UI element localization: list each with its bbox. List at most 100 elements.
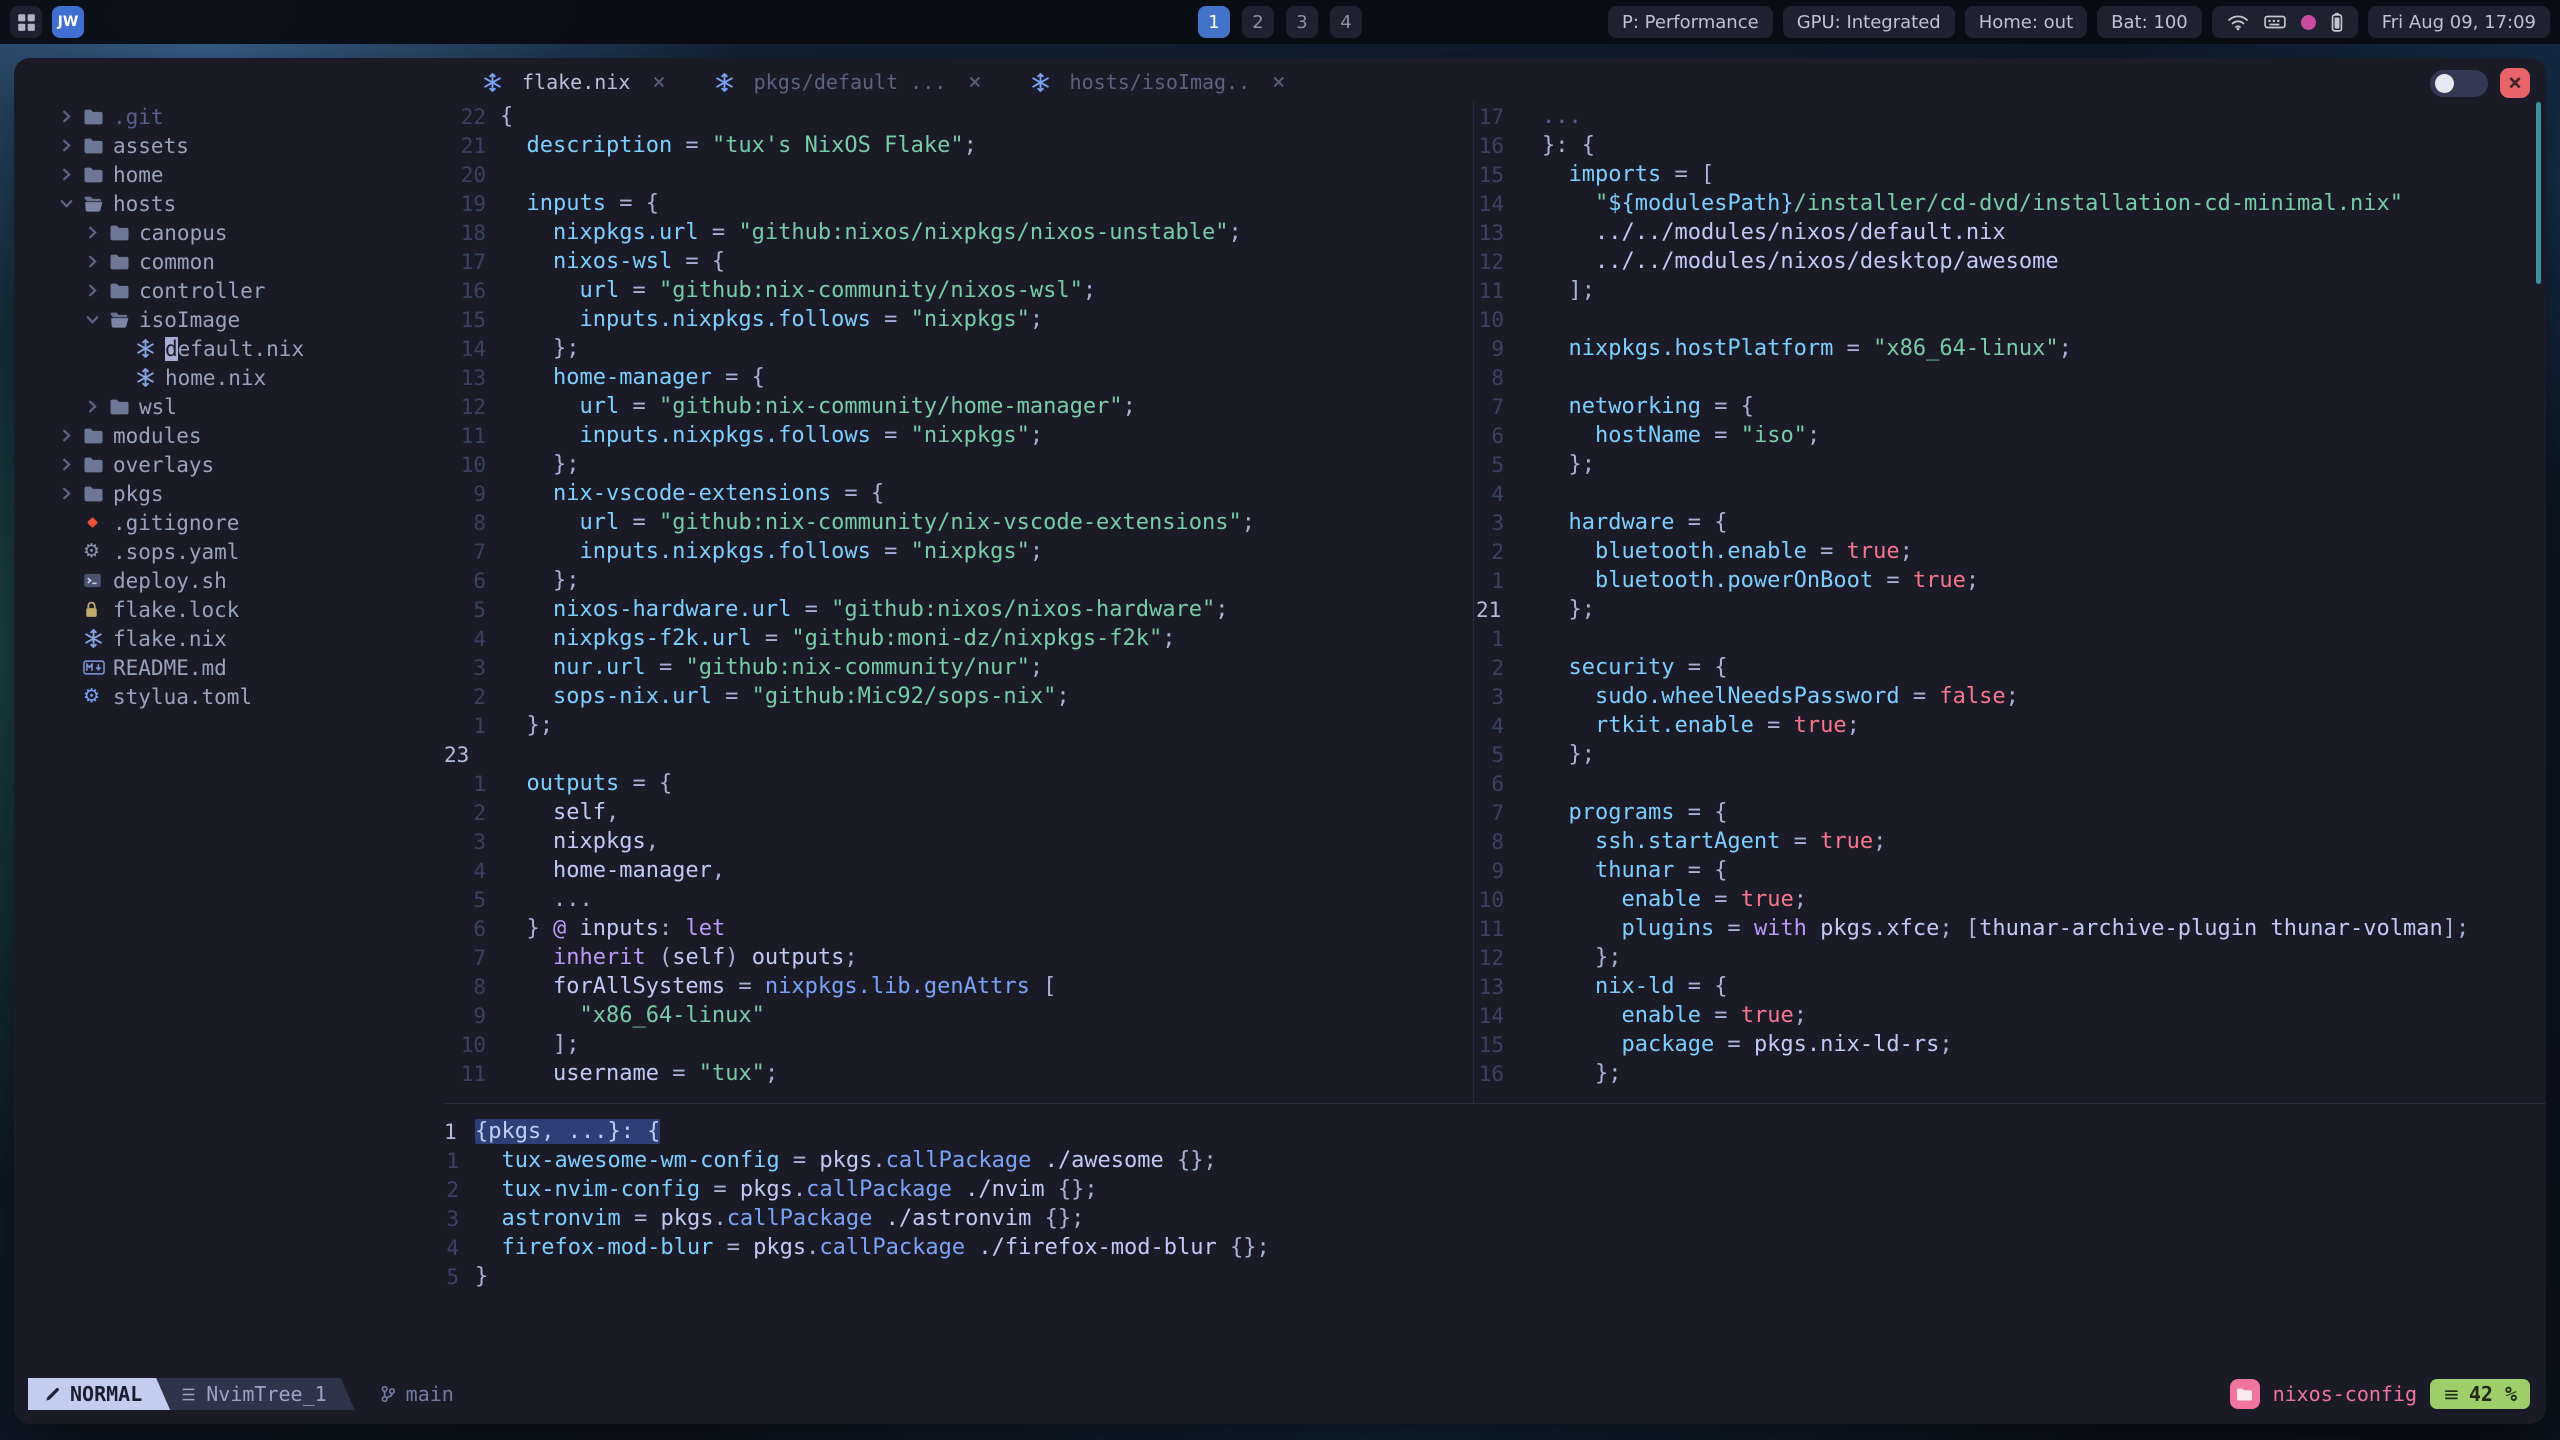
- tree-item-controller[interactable]: controller: [14, 276, 442, 305]
- code-line[interactable]: 5 ...: [444, 885, 1473, 914]
- code-line[interactable]: 17...: [1476, 102, 2542, 131]
- workspace-button-4[interactable]: 4: [1330, 6, 1362, 38]
- code-line[interactable]: 13 ../../modules/nixos/default.nix: [1476, 218, 2542, 247]
- code-line[interactable]: 10 ];: [444, 1030, 1473, 1059]
- workspace-button-2[interactable]: 2: [1242, 6, 1274, 38]
- code-line[interactable]: 21 description = "tux's NixOS Flake";: [444, 131, 1473, 160]
- code-line[interactable]: 15 package = pkgs.nix-ld-rs;: [1476, 1030, 2542, 1059]
- code-line[interactable]: 8 url = "github:nix-community/nix-vscode…: [444, 508, 1473, 537]
- code-line[interactable]: 12 };: [1476, 943, 2542, 972]
- code-line[interactable]: 1: [1476, 624, 2542, 653]
- code-line[interactable]: 7 inherit (self) outputs;: [444, 943, 1473, 972]
- code-line[interactable]: 23: [444, 740, 1473, 769]
- code-line[interactable]: 15 imports = [: [1476, 160, 2542, 189]
- tree-item-default-nix[interactable]: default.nix: [14, 334, 442, 363]
- code-line[interactable]: 18 nixpkgs.url = "github:nixos/nixpkgs/n…: [444, 218, 1473, 247]
- code-line[interactable]: 10 enable = true;: [1476, 885, 2542, 914]
- code-line[interactable]: 11 plugins = with pkgs.xfce; [thunar-arc…: [1476, 914, 2542, 943]
- code-line[interactable]: 14 enable = true;: [1476, 1001, 2542, 1030]
- window-close-button[interactable]: ×: [2500, 68, 2530, 98]
- tree-item-home-nix[interactable]: home.nix: [14, 363, 442, 392]
- code-line[interactable]: 10: [1476, 305, 2542, 334]
- code-line[interactable]: 2 tux-nvim-config = pkgs.callPackage ./n…: [444, 1175, 2534, 1204]
- code-line[interactable]: 7 networking = {: [1476, 392, 2542, 421]
- code-line[interactable]: 16 };: [1476, 1059, 2542, 1088]
- tree-item-gitignore[interactable]: .gitignore: [14, 508, 442, 537]
- code-line[interactable]: 3 astronvim = pkgs.callPackage ./astronv…: [444, 1204, 2534, 1233]
- code-line[interactable]: 9 "x86_64-linux": [444, 1001, 1473, 1030]
- code-line[interactable]: 2 security = {: [1476, 653, 2542, 682]
- code-line[interactable]: 21 };: [1476, 595, 2542, 624]
- code-line[interactable]: 13 nix-ld = {: [1476, 972, 2542, 1001]
- code-line[interactable]: 9 nix-vscode-extensions = {: [444, 479, 1473, 508]
- tree-item-common[interactable]: common: [14, 247, 442, 276]
- editor-flake-nix[interactable]: 22{21 description = "tux's NixOS Flake";…: [444, 102, 1473, 1088]
- tree-item-wsl[interactable]: wsl: [14, 392, 442, 421]
- code-line[interactable]: 3 nixpkgs,: [444, 827, 1473, 856]
- code-line[interactable]: 17 nixos-wsl = {: [444, 247, 1473, 276]
- code-line[interactable]: 3 nur.url = "github:nix-community/nur";: [444, 653, 1473, 682]
- code-line[interactable]: 2 bluetooth.enable = true;: [1476, 537, 2542, 566]
- workspace-button-3[interactable]: 3: [1286, 6, 1318, 38]
- tree-item-flake-nix[interactable]: flake.nix: [14, 624, 442, 653]
- code-line[interactable]: 20: [444, 160, 1473, 189]
- tree-item-isoimage[interactable]: isoImage: [14, 305, 442, 334]
- tree-item-canopus[interactable]: canopus: [14, 218, 442, 247]
- tree-item-flake-lock[interactable]: flake.lock: [14, 595, 442, 624]
- tree-item-home[interactable]: home: [14, 160, 442, 189]
- code-line[interactable]: 12 url = "github:nix-community/home-mana…: [444, 392, 1473, 421]
- code-line[interactable]: 14 "${modulesPath}/installer/cd-dvd/inst…: [1476, 189, 2542, 218]
- code-line[interactable]: 8 ssh.startAgent = true;: [1476, 827, 2542, 856]
- code-line[interactable]: 6 hostName = "iso";: [1476, 421, 2542, 450]
- tree-item-sops-yaml[interactable]: ⚙ .sops.yaml: [14, 537, 442, 566]
- code-line[interactable]: 5 nixos-hardware.url = "github:nixos/nix…: [444, 595, 1473, 624]
- code-line[interactable]: 1 };: [444, 711, 1473, 740]
- code-line[interactable]: 1 bluetooth.powerOnBoot = true;: [1476, 566, 2542, 595]
- tree-item-stylua-toml[interactable]: ⚙ stylua.toml: [14, 682, 442, 711]
- code-line[interactable]: 1 {pkgs, ...}: {: [444, 1117, 2534, 1146]
- clock[interactable]: Fri Aug 09, 17:09: [2367, 6, 2550, 38]
- tree-item-overlays[interactable]: overlays: [14, 450, 442, 479]
- tab-hosts-isoimag[interactable]: hosts/isoImag.. ×: [1006, 58, 1310, 106]
- code-line[interactable]: 13 home-manager = {: [444, 363, 1473, 392]
- tree-item-deploy-sh[interactable]: deploy.sh: [14, 566, 442, 595]
- toggle-switch[interactable]: [2430, 69, 2488, 97]
- app-badge[interactable]: JW: [52, 6, 84, 38]
- launcher-button[interactable]: [10, 6, 42, 38]
- tree-item-hosts[interactable]: hosts: [14, 189, 442, 218]
- code-line[interactable]: 8 forAllSystems = nixpkgs.lib.genAttrs [: [444, 972, 1473, 1001]
- code-line[interactable]: 7 inputs.nixpkgs.follows = "nixpkgs";: [444, 537, 1473, 566]
- code-line[interactable]: 16}: {: [1476, 131, 2542, 160]
- code-line[interactable]: 4 rtkit.enable = true;: [1476, 711, 2542, 740]
- tree-item-git[interactable]: .git: [14, 102, 442, 131]
- code-line[interactable]: 5}: [444, 1262, 2534, 1291]
- code-line[interactable]: 10 };: [444, 450, 1473, 479]
- tab-flake-nix[interactable]: flake.nix ×: [458, 58, 690, 106]
- code-line[interactable]: 4 home-manager,: [444, 856, 1473, 885]
- code-line[interactable]: 6 } @ inputs: let: [444, 914, 1473, 943]
- pane-separator-vertical[interactable]: [1473, 102, 1474, 1103]
- workspace-button-1[interactable]: 1: [1198, 6, 1230, 38]
- code-line[interactable]: 6: [1476, 769, 2542, 798]
- tab-close-icon[interactable]: ×: [1272, 70, 1285, 95]
- code-line[interactable]: 4 firefox-mod-blur = pkgs.callPackage ./…: [444, 1233, 2534, 1262]
- tab-pkgs-default[interactable]: pkgs/default ... ×: [690, 58, 1006, 106]
- code-line[interactable]: 4 nixpkgs-f2k.url = "github:moni-dz/nixp…: [444, 624, 1473, 653]
- tree-item-pkgs[interactable]: pkgs: [14, 479, 442, 508]
- code-line[interactable]: 22 {: [444, 102, 1473, 131]
- code-line[interactable]: 11 username = "tux";: [444, 1059, 1473, 1088]
- code-line[interactable]: 6 };: [444, 566, 1473, 595]
- code-line[interactable]: 11 inputs.nixpkgs.follows = "nixpkgs";: [444, 421, 1473, 450]
- editor-pkgs-default-nix[interactable]: 1 {pkgs, ...}: {1 tux-awesome-wm-config =…: [444, 1117, 2534, 1291]
- code-line[interactable]: 9 thunar = {: [1476, 856, 2542, 885]
- code-line[interactable]: 19 inputs = {: [444, 189, 1473, 218]
- code-line[interactable]: 1 tux-awesome-wm-config = pkgs.callPacka…: [444, 1146, 2534, 1175]
- code-line[interactable]: 2 self,: [444, 798, 1473, 827]
- code-line[interactable]: 5 };: [1476, 740, 2542, 769]
- code-line[interactable]: 4: [1476, 479, 2542, 508]
- code-line[interactable]: 12 ../../modules/nixos/desktop/awesome: [1476, 247, 2542, 276]
- code-line[interactable]: 3 hardware = {: [1476, 508, 2542, 537]
- code-line[interactable]: 15 inputs.nixpkgs.follows = "nixpkgs";: [444, 305, 1473, 334]
- code-line[interactable]: 9 nixpkgs.hostPlatform = "x86_64-linux";: [1476, 334, 2542, 363]
- tree-item-readme-md[interactable]: README.md: [14, 653, 442, 682]
